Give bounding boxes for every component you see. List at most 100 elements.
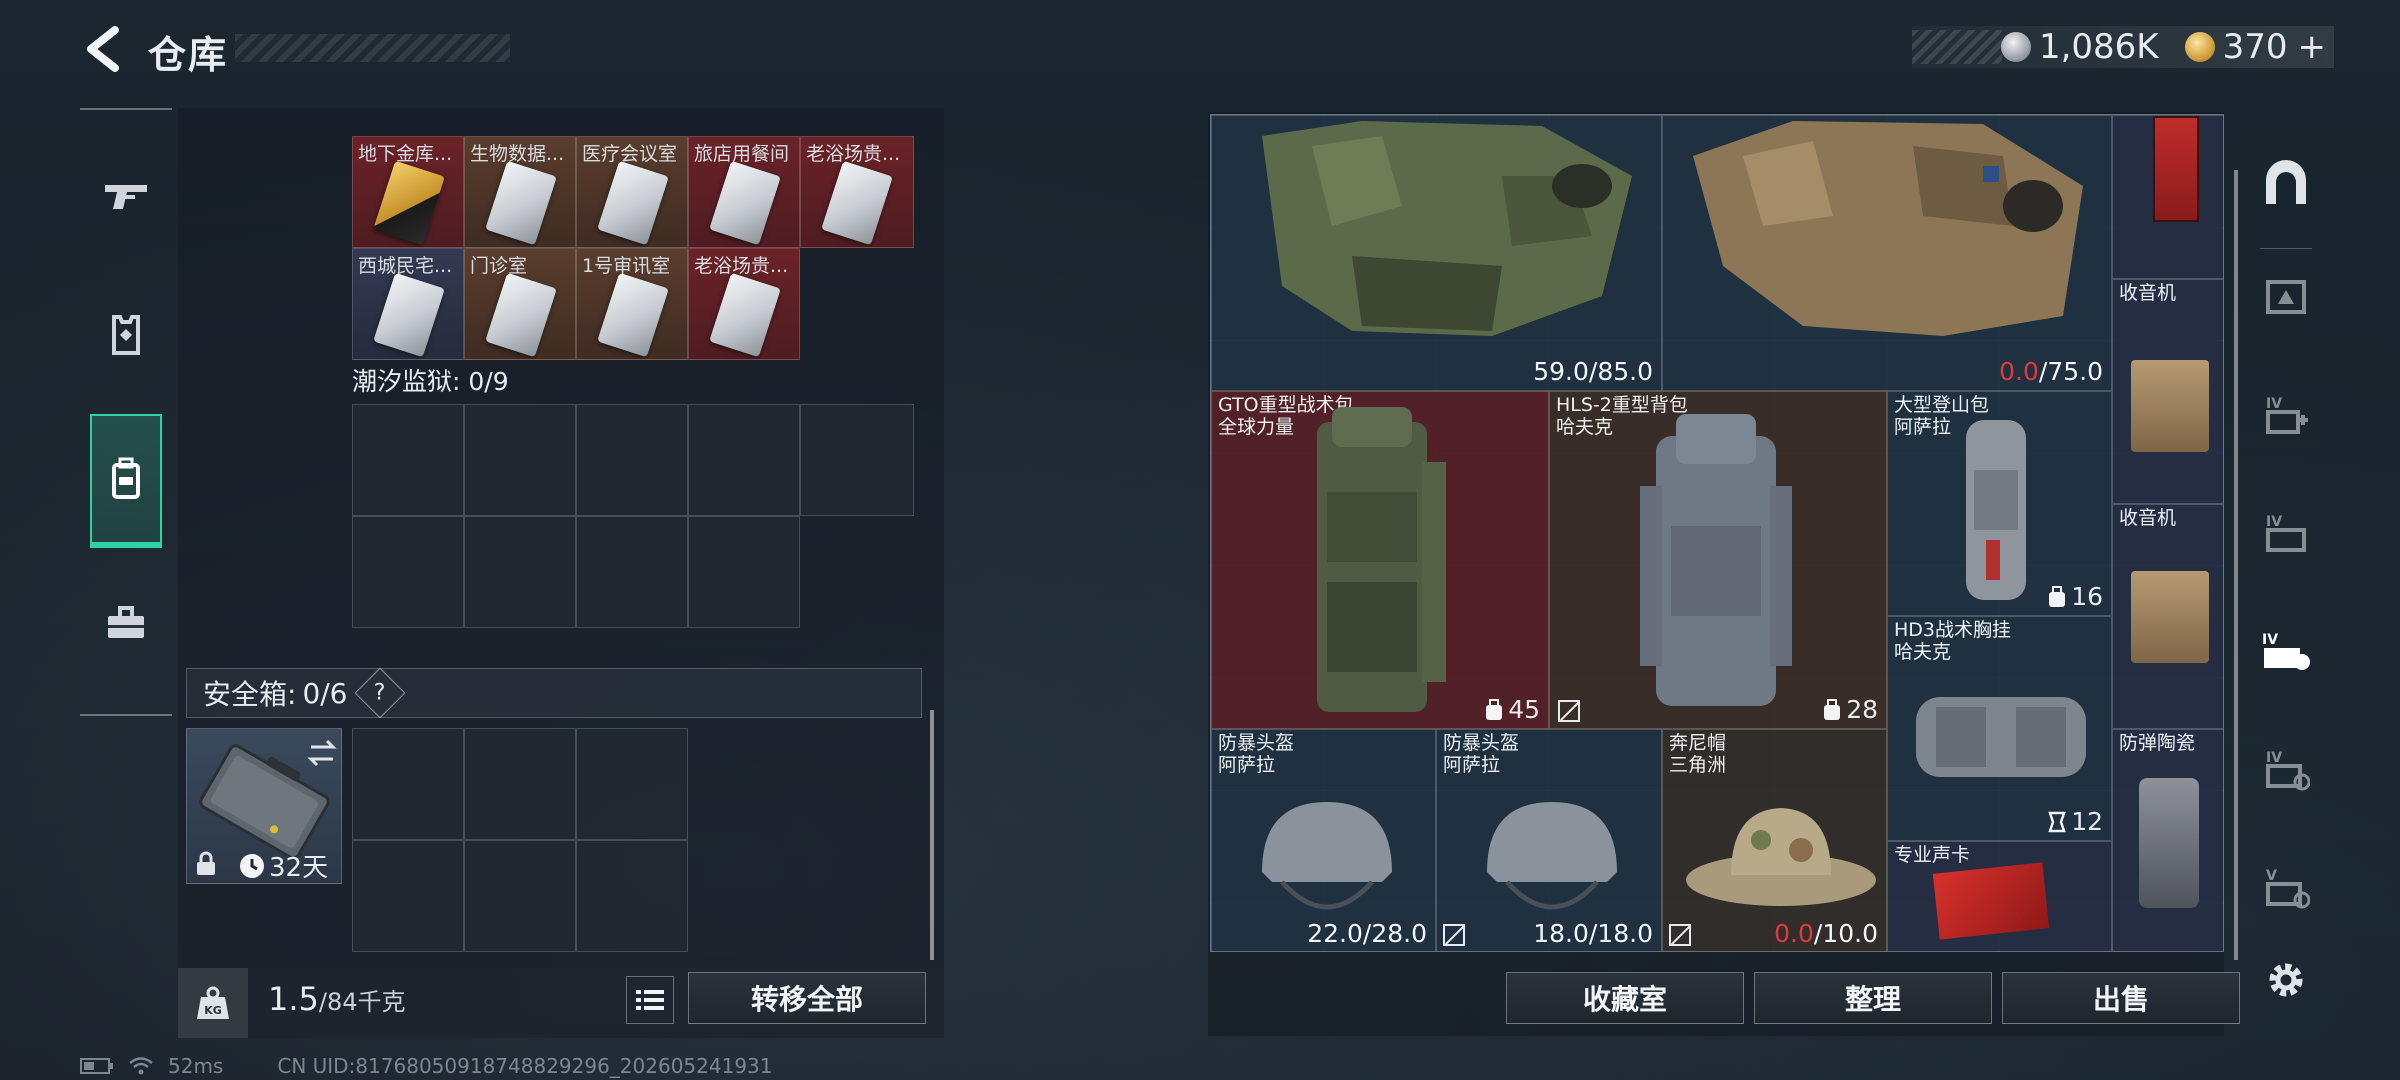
coin-amount: 1,086K	[2038, 27, 2159, 67]
item-boonie-hat[interactable]: 奔尼帽 三角洲 0.0/10.0	[1662, 729, 1887, 951]
empty-slot[interactable]	[576, 404, 688, 516]
filter-tier-3[interactable]: IV	[2254, 500, 2318, 564]
safebox-header: 安全箱: 0/6 ?	[186, 667, 922, 719]
durability: 0.0/75.0	[1999, 357, 2103, 386]
safebox-slot[interactable]	[576, 840, 688, 952]
filter-tier-5[interactable]: IV	[2254, 736, 2318, 800]
item-name: 防暴头盔 阿萨拉	[1443, 732, 1520, 776]
storage-item-key[interactable]: 旅店用餐间	[688, 136, 800, 248]
storage-item-key[interactable]: 医疗会议室	[576, 136, 688, 248]
item-radio[interactable]: 收音机	[2112, 279, 2223, 504]
empty-slot[interactable]	[688, 404, 800, 516]
storage-item-key[interactable]: 老浴场贵...	[800, 136, 914, 248]
empty-slot[interactable]	[464, 404, 576, 516]
weight-readout: 1.5/84千克	[268, 980, 406, 1018]
svg-text:KG: KG	[204, 1004, 222, 1017]
storage-item-key[interactable]: 老浴场贵...	[688, 248, 800, 360]
settings-button[interactable]	[2254, 948, 2318, 1012]
backpack-image	[1640, 414, 1792, 706]
hat-image	[1686, 808, 1876, 906]
tier-icon: IV	[2266, 396, 2308, 434]
storage-scrollbar[interactable]	[930, 710, 934, 960]
gem-amount: 370	[2222, 27, 2288, 67]
vest-image	[1693, 121, 2083, 336]
gear-icon	[2269, 963, 2303, 997]
filter-tier-6[interactable]: V	[2254, 854, 2318, 918]
add-gems-button[interactable]: +	[2298, 27, 2327, 67]
empty-slot[interactable]	[576, 516, 688, 628]
item-sound-card[interactable]: 专业声卡	[1887, 841, 2112, 951]
left-nav	[80, 108, 172, 716]
item-red-device[interactable]	[2112, 115, 2223, 279]
uid-text: CN UID:8176805091874882929​6_20260524193…	[277, 1054, 773, 1078]
empty-slot[interactable]	[352, 404, 464, 516]
item-radio[interactable]: 收音机	[2112, 504, 2223, 729]
filter-tier-2[interactable]: IV	[2254, 382, 2318, 446]
storage-item-key[interactable]: 生物数据...	[464, 136, 576, 248]
item-armor-vest[interactable]: 59.0/85.0	[1211, 115, 1662, 391]
tier-icon: IV	[2266, 514, 2306, 552]
prison-section-label: 潮汐监狱: 0/9	[352, 367, 509, 396]
keycard-icon	[597, 272, 669, 358]
keycard-icon	[709, 160, 781, 246]
weight-icon: KG	[197, 986, 229, 1019]
backpack-image	[1966, 420, 2026, 600]
wifi-icon	[129, 1057, 153, 1075]
item-backpack-hls[interactable]: HLS-2重型背包 哈夫克 28	[1549, 391, 1887, 729]
item-backpack-gto[interactable]: GTO重型战术包 全球力量 45	[1211, 391, 1549, 729]
nav-toolbox[interactable]	[90, 558, 162, 688]
storage-item-key[interactable]: 门诊室	[464, 248, 576, 360]
bag-capacity-icon	[2049, 585, 2066, 607]
safebox-slot[interactable]	[464, 840, 576, 952]
item-ceramic-plate[interactable]: 防弹陶瓷	[2112, 729, 2223, 951]
safebox-slot[interactable]	[576, 728, 688, 840]
arch-icon	[2266, 160, 2306, 204]
safebox-slot[interactable]	[352, 728, 464, 840]
back-button[interactable]	[78, 22, 128, 76]
collection-room-button[interactable]: 收藏室	[1506, 972, 1744, 1024]
nav-weapons[interactable]	[90, 132, 162, 262]
helmet-image	[1262, 802, 1392, 910]
safebox-slot[interactable]	[352, 840, 464, 952]
filter-tier-1[interactable]	[2254, 264, 2318, 328]
filter-tier-4[interactable]: IV	[2254, 618, 2318, 682]
no-insurance-icon	[1669, 924, 1691, 946]
gem-balance[interactable]: 370 +	[2184, 27, 2327, 67]
storage-item-key[interactable]: 1号审讯室	[576, 248, 688, 360]
lock-icon	[197, 851, 215, 875]
transfer-all-button[interactable]: 转移全部	[688, 972, 926, 1024]
weight-max: /84千克	[318, 988, 406, 1016]
weight-current: 1.5	[268, 980, 319, 1018]
no-insurance-icon	[1443, 924, 1465, 946]
storage-item-key[interactable]: 地下金库...	[352, 136, 464, 248]
filter-all[interactable]	[2254, 152, 2318, 216]
storage-item-key[interactable]: 西城民宅...	[352, 248, 464, 360]
loot-scrollbar[interactable]	[2234, 170, 2238, 960]
item-armor-vest[interactable]: 0.0/75.0	[1662, 115, 2112, 391]
coin-balance: 1,086K	[2000, 27, 2159, 67]
organize-button[interactable]: 整理	[1754, 972, 1992, 1024]
nav-backpack-storage[interactable]	[90, 414, 162, 548]
item-helmet[interactable]: 防暴头盔 阿萨拉 22.0/28.0	[1211, 729, 1436, 951]
keycard-icon	[373, 160, 445, 246]
list-view-button[interactable]	[626, 976, 674, 1024]
nav-armor[interactable]	[90, 270, 162, 400]
empty-slot[interactable]	[352, 516, 464, 628]
durability: 0.0/10.0	[1774, 919, 1878, 948]
durability: 59.0/85.0	[1533, 357, 1653, 386]
empty-slot[interactable]	[464, 516, 576, 628]
empty-slot[interactable]	[800, 404, 914, 516]
item-backpack-mountain[interactable]: 大型登山包 阿萨拉 16	[1887, 391, 2112, 616]
safebox-case[interactable]: 32天	[186, 728, 342, 884]
empty-slot[interactable]	[688, 516, 800, 628]
safebox-slot[interactable]	[464, 728, 576, 840]
help-button[interactable]: ?	[354, 667, 405, 719]
page-title: 仓库	[148, 33, 229, 77]
sell-button[interactable]: 出售	[2002, 972, 2240, 1024]
title-decoration	[235, 34, 510, 62]
back-arrow-icon	[87, 26, 119, 72]
item-helmet[interactable]: 防暴头盔 阿萨拉 18.0/18.0	[1436, 729, 1662, 951]
ping-value: 52ms	[168, 1054, 224, 1078]
list-icon	[636, 990, 664, 1010]
item-chest-rig[interactable]: HD3战术胸挂 哈夫克 12	[1887, 616, 2112, 841]
